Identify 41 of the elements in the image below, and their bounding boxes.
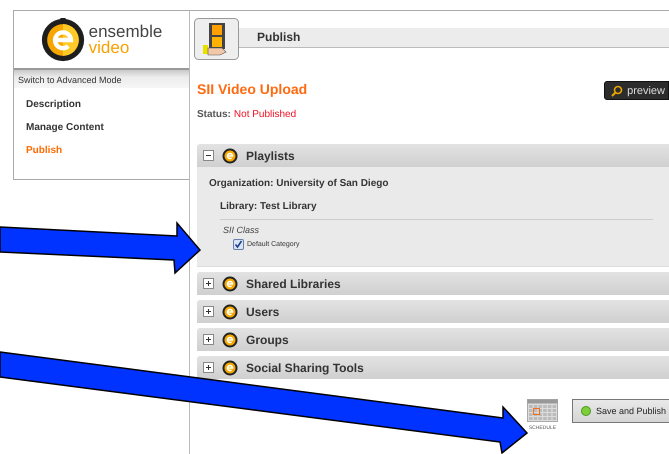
status-label: Status: <box>197 109 231 120</box>
status-value: Not Published <box>234 109 296 120</box>
checkmark-icon <box>234 240 243 249</box>
search-icon <box>611 84 624 96</box>
sidebar-item[interactable]: Description <box>26 98 82 112</box>
section-header[interactable]: Groups <box>197 328 669 351</box>
section-title: Playlists <box>246 148 295 162</box>
save-publish-button[interactable]: Save and Publish <box>572 399 669 423</box>
mode-switch-link[interactable]: Switch to Advanced Mode <box>14 68 189 88</box>
section-header[interactable]: Playlists <box>197 144 669 167</box>
logo-icon <box>222 148 238 164</box>
expand-icon[interactable] <box>203 306 214 317</box>
sidebar-item[interactable]: Manage Content <box>26 121 104 135</box>
preview-button[interactable]: preview <box>604 81 669 100</box>
logo-icon <box>222 360 238 376</box>
section-title: Users <box>246 304 280 318</box>
calendar-icon <box>526 399 558 422</box>
expand-icon[interactable] <box>203 362 214 373</box>
section-title: Groups <box>246 332 289 346</box>
section-title: Shared Libraries <box>246 276 341 290</box>
section-header[interactable]: Shared Libraries <box>197 272 669 295</box>
expand-icon[interactable] <box>203 334 214 345</box>
logo-icon <box>222 332 238 348</box>
status-dot-icon <box>580 406 591 416</box>
logo-text: video <box>88 40 130 56</box>
film-icon <box>194 18 239 60</box>
section-title: Social Sharing Tools <box>246 360 364 374</box>
logo-icon <box>222 304 238 320</box>
expand-icon[interactable] <box>203 278 214 289</box>
logo-icon <box>222 276 238 292</box>
page-title: Publish <box>239 28 669 48</box>
collapse-icon[interactable] <box>203 150 214 161</box>
logo-text: ensemble <box>88 24 162 40</box>
section-header[interactable]: Users <box>197 300 669 323</box>
video-title: SII Video Upload <box>197 80 308 96</box>
section-header[interactable]: Social Sharing Tools <box>197 356 669 379</box>
organization-label: Organization: University of San Diego <box>209 177 390 191</box>
logo-icon <box>40 18 85 62</box>
class-label: SII Class <box>223 225 260 235</box>
library-label: Library: Test Library <box>220 200 653 220</box>
checkbox[interactable] <box>233 239 244 250</box>
